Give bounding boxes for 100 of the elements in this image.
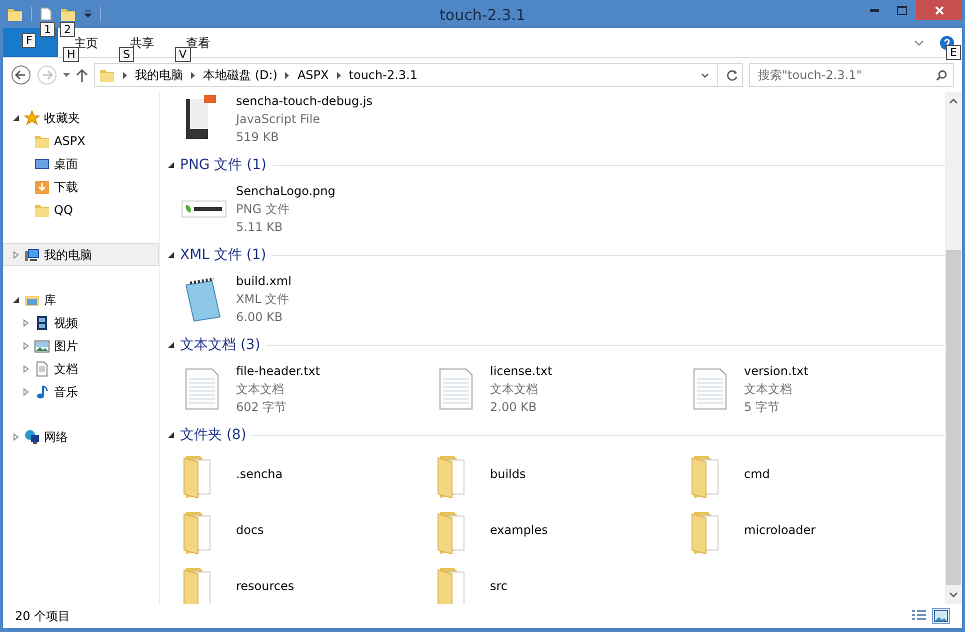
breadcrumb-link[interactable]: touch-2.3.1 bbox=[348, 66, 418, 84]
item-count: 20 个项目 bbox=[15, 608, 70, 625]
sidebar-item[interactable]: 音乐 bbox=[54, 382, 78, 400]
address-bar[interactable]: 我的电脑 本地磁盘 (D:) ASPX touch-2.3.1 bbox=[94, 63, 743, 87]
picture-icon bbox=[934, 610, 948, 622]
file-type: 文本文档 bbox=[744, 381, 793, 398]
chevron-right-icon[interactable] bbox=[191, 72, 195, 78]
collapse-arrow-icon[interactable] bbox=[12, 296, 20, 304]
folder-name[interactable]: examples bbox=[490, 521, 548, 539]
folder-name[interactable]: docs bbox=[236, 521, 264, 539]
group-header[interactable]: 文件夹 (8) bbox=[180, 424, 246, 446]
file-name[interactable]: SenchaLogo.png bbox=[236, 182, 336, 200]
page-icon[interactable] bbox=[40, 7, 52, 21]
expand-arrow-icon[interactable] bbox=[12, 250, 20, 258]
document-icon bbox=[34, 360, 50, 376]
sidebar-item[interactable]: ASPX bbox=[54, 132, 86, 150]
sidebar-item[interactable]: 我的电脑 bbox=[3, 243, 159, 266]
expand-arrow-icon[interactable] bbox=[22, 318, 30, 326]
refresh-icon[interactable] bbox=[726, 69, 738, 81]
file-type: JavaScript File bbox=[236, 111, 322, 128]
file-size: 602 字节 bbox=[236, 399, 288, 416]
group-header[interactable]: XML 文件 (1) bbox=[180, 244, 266, 266]
up-arrow-icon[interactable] bbox=[76, 68, 88, 82]
sidebar-item[interactable]: 库 bbox=[44, 290, 56, 308]
star-icon bbox=[24, 110, 40, 126]
chevron-down-icon[interactable] bbox=[914, 40, 924, 46]
music-note-icon bbox=[34, 384, 50, 400]
group-header[interactable]: 文本文档 (3) bbox=[180, 334, 260, 356]
keytip-tooltip: 1 bbox=[40, 22, 55, 37]
file-name[interactable]: version.txt bbox=[744, 362, 808, 380]
scroll-down-icon[interactable] bbox=[949, 592, 958, 598]
collapse-arrow-icon[interactable] bbox=[168, 432, 174, 438]
keytip-tooltip: 2 bbox=[60, 22, 75, 37]
scrollbar-thumb[interactable] bbox=[946, 250, 961, 585]
dropdown-icon[interactable] bbox=[701, 72, 709, 78]
folder-icon[interactable] bbox=[60, 6, 76, 22]
folder-name[interactable]: .sencha bbox=[236, 465, 283, 483]
file-size: 6.00 KB bbox=[236, 309, 284, 326]
keytip-tooltip: S bbox=[119, 47, 134, 62]
keytip-tooltip: V bbox=[175, 47, 191, 62]
chevron-right-icon[interactable] bbox=[336, 72, 341, 78]
collapse-arrow-icon[interactable] bbox=[168, 342, 174, 348]
file-size: 5 字节 bbox=[744, 399, 780, 416]
collapse-arrow-icon[interactable] bbox=[168, 252, 174, 258]
file-name[interactable]: license.txt bbox=[490, 362, 552, 380]
file-size: 5.11 KB bbox=[236, 219, 284, 236]
computer-icon bbox=[24, 246, 40, 262]
large-icons-view-button[interactable] bbox=[932, 608, 950, 624]
network-icon bbox=[24, 428, 40, 444]
file-type: PNG 文件 bbox=[236, 201, 290, 218]
chevron-right-icon[interactable] bbox=[123, 72, 127, 78]
sidebar-item[interactable]: 图片 bbox=[54, 336, 78, 354]
download-folder-icon bbox=[34, 178, 50, 194]
breadcrumb-link[interactable]: 本地磁盘 (D:) bbox=[203, 66, 278, 84]
folder-name[interactable]: microloader bbox=[744, 521, 816, 539]
collapse-arrow-icon[interactable] bbox=[168, 162, 174, 168]
folder-icon[interactable] bbox=[7, 6, 23, 22]
breadcrumb-link[interactable]: ASPX bbox=[297, 66, 329, 84]
sidebar-item[interactable]: 网络 bbox=[44, 428, 68, 446]
expand-arrow-icon[interactable] bbox=[22, 342, 30, 350]
scroll-up-icon[interactable] bbox=[949, 98, 958, 104]
file-name[interactable]: build.xml bbox=[236, 272, 292, 290]
list-icon bbox=[912, 610, 926, 622]
search-box[interactable]: 搜索"touch-2.3.1" bbox=[749, 63, 954, 87]
expand-arrow-icon[interactable] bbox=[22, 364, 30, 372]
dropdown-icon[interactable] bbox=[84, 10, 92, 18]
film-icon bbox=[34, 314, 50, 330]
keytip-tooltip: H bbox=[63, 47, 80, 62]
folder-name[interactable]: builds bbox=[490, 465, 526, 483]
file-name[interactable]: file-header.txt bbox=[236, 362, 320, 380]
group-header[interactable]: PNG 文件 (1) bbox=[180, 154, 266, 176]
back-button[interactable] bbox=[11, 65, 31, 85]
maximize-icon bbox=[897, 6, 907, 14]
keytip-tooltip: E bbox=[946, 44, 961, 60]
sidebar-item[interactable]: 收藏夹 bbox=[44, 108, 80, 126]
file-type: XML 文件 bbox=[236, 291, 290, 308]
breadcrumb-link[interactable]: 我的电脑 bbox=[135, 66, 183, 84]
sidebar-item[interactable]: 桌面 bbox=[54, 154, 78, 172]
expand-arrow-icon[interactable] bbox=[12, 432, 20, 440]
vertical-scrollbar[interactable] bbox=[945, 92, 962, 604]
sidebar-item[interactable]: 下载 bbox=[54, 178, 78, 196]
close-icon bbox=[934, 6, 944, 14]
folder-icon bbox=[99, 67, 115, 83]
collapse-arrow-icon[interactable] bbox=[12, 114, 20, 122]
file-type: 文本文档 bbox=[490, 381, 539, 398]
chevron-right-icon[interactable] bbox=[285, 72, 290, 78]
folder-name[interactable]: cmd bbox=[744, 465, 770, 483]
sidebar-item[interactable]: 视频 bbox=[54, 314, 78, 332]
file-size: 519 KB bbox=[236, 129, 280, 146]
file-size: 2.00 KB bbox=[490, 399, 538, 416]
sidebar-item[interactable]: 文档 bbox=[54, 360, 78, 378]
file-name[interactable]: sencha-touch-debug.js bbox=[236, 92, 373, 110]
sidebar-item[interactable]: QQ bbox=[54, 200, 73, 218]
close-button[interactable] bbox=[916, 0, 962, 20]
file-type: 文本文档 bbox=[236, 381, 285, 398]
expand-arrow-icon[interactable] bbox=[22, 388, 30, 396]
search-icon[interactable] bbox=[936, 70, 947, 80]
folder-name[interactable]: resources bbox=[236, 577, 294, 595]
folder-name[interactable]: src bbox=[490, 577, 508, 595]
dropdown-icon[interactable] bbox=[63, 73, 70, 77]
